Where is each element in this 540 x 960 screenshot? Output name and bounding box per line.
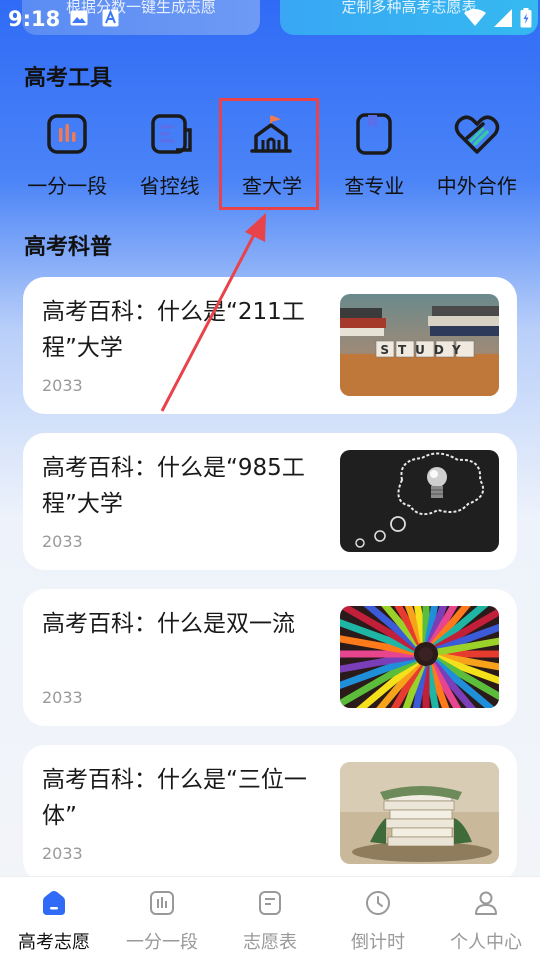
article-title: 高考百科：什么是双一流 [42,611,295,637]
nav-score-segment[interactable]: 一分一段 [108,877,216,960]
article-title: 高考百科：什么是“985工程”大学 [42,455,305,517]
nav-label: 个人中心 [450,932,522,953]
article-card[interactable]: 高考百科：什么是双一流 2033 [23,589,517,726]
article-title: 高考百科：什么是“211工程”大学 [42,299,305,361]
nav-application-table[interactable]: 志愿表 [216,877,324,960]
handshake-heart-icon [454,115,499,154]
tool-search-major[interactable]: 查专业 [323,110,425,210]
article-thumbnail-bulb [340,450,499,552]
tool-label: 省控线 [139,174,200,198]
tool-label: 查专业 [344,174,405,198]
article-card[interactable]: 高考百科：什么是“三位一体” 2033 [23,745,517,882]
nav-college-application[interactable]: 高考志愿 [0,877,108,960]
article-card[interactable]: 高考百科：什么是“985工程”大学 2033 [23,433,517,570]
bookmark-book-icon [356,113,393,155]
tool-score-segment[interactable]: 一分一段 [16,110,118,210]
tools-section-title: 高考工具 [24,66,113,91]
bottom-nav: 高考志愿 一分一段 志愿表 倒计时 个人中心 [0,876,540,960]
a-text-icon [102,9,119,27]
nav-label: 倒计时 [351,932,405,953]
article-thumbnail-books [340,762,499,864]
list-icon [259,891,281,915]
clock-icon [366,891,390,915]
bar-chart-icon [47,114,87,154]
battery-icon [520,8,532,28]
article-year: 2033 [42,844,83,863]
science-section-title: 高考科普 [24,235,113,260]
user-icon [475,891,497,915]
signal-icon [494,9,512,27]
article-year: 2033 [42,532,83,551]
article-card[interactable]: 高考百科：什么是“211工程”大学 2033 STUDY [23,277,517,414]
nav-label: 志愿表 [243,932,297,953]
article-thumbnail-study: STUDY [340,294,499,396]
tool-label: 一分一段 [27,174,108,198]
nav-countdown[interactable]: 倒计时 [324,877,432,960]
article-thumbnail-pencils [340,606,499,708]
bar-chart-icon [150,891,174,915]
status-time: 9:18 [8,7,61,31]
thumb-study-word: STUDY [380,343,469,357]
status-bar: 9:18 [0,0,540,38]
home-icon [43,891,65,915]
wifi-icon [464,9,486,26]
highlight-box [219,98,319,210]
nav-label: 一分一段 [126,932,198,953]
document-icon [150,114,192,154]
article-year: 2033 [42,376,83,395]
image-icon [70,10,88,26]
tool-label: 中外合作 [436,174,517,198]
tool-provincial-line[interactable]: 省控线 [118,110,220,210]
tool-sino-foreign[interactable]: 中外合作 [426,110,528,210]
nav-label: 高考志愿 [18,932,90,953]
article-year: 2033 [42,688,83,707]
article-title: 高考百科：什么是“三位一体” [42,767,307,829]
nav-profile[interactable]: 个人中心 [432,877,540,960]
